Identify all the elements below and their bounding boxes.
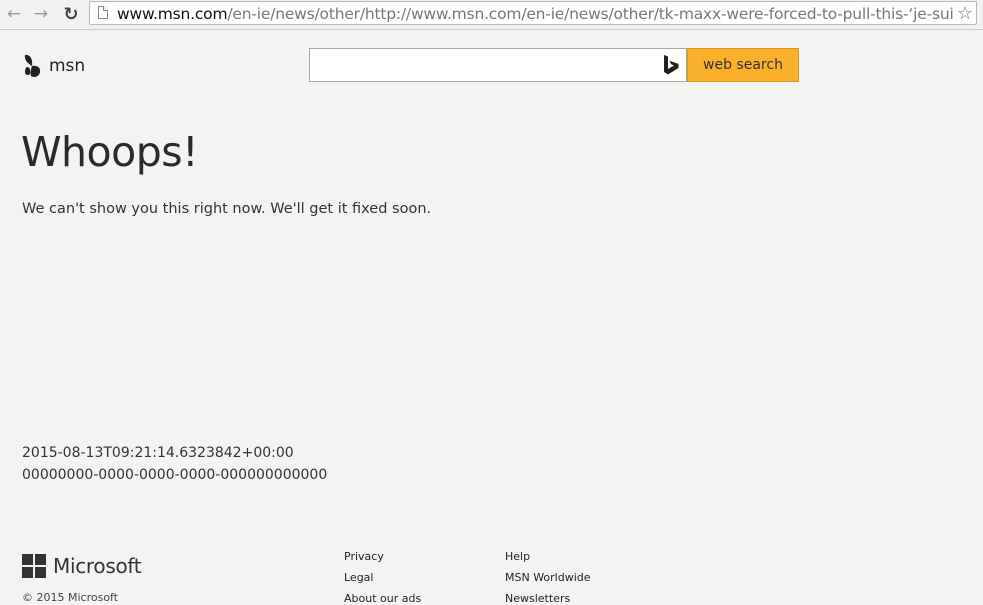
footer-link-privacy[interactable]: Privacy: [344, 550, 384, 563]
microsoft-logo[interactable]: Microsoft: [22, 554, 142, 578]
url-host: www.msn.com: [117, 5, 228, 23]
search-box[interactable]: [309, 48, 687, 82]
copyright-text: © 2015 Microsoft: [22, 591, 119, 604]
error-heading: Whoops!: [21, 128, 199, 176]
error-request-id: 00000000-0000-0000-0000-000000000000: [22, 467, 328, 483]
footer-link-msn-worldwide[interactable]: MSN Worldwide: [505, 571, 591, 584]
search-input[interactable]: [310, 49, 650, 81]
msn-logo-text: msn: [49, 56, 86, 76]
back-arrow-icon[interactable]: ←: [4, 4, 24, 24]
microsoft-grid-icon: [22, 554, 46, 578]
microsoft-logo-text: Microsoft: [53, 554, 142, 578]
forward-arrow-icon[interactable]: →: [31, 4, 51, 24]
footer-link-newsletters[interactable]: Newsletters: [505, 592, 570, 605]
page-icon: [98, 6, 108, 19]
browser-toolbar: ← → ↻ www.msn.com/en-ie/news/other/http:…: [0, 0, 983, 30]
footer-link-about-ads[interactable]: About our ads: [344, 592, 421, 605]
web-search-button[interactable]: web search: [687, 48, 799, 82]
reload-icon[interactable]: ↻: [61, 4, 81, 25]
butterfly-icon: [24, 54, 41, 77]
error-timestamp: 2015-08-13T09:21:14.6323842+00:00: [22, 445, 294, 461]
url-path: /en-ie/news/other/http://www.msn.com/en-…: [227, 5, 953, 23]
footer-link-help[interactable]: Help: [505, 550, 530, 563]
error-message: We can't show you this right now. We'll …: [22, 201, 432, 217]
bing-icon: [664, 55, 679, 75]
footer-link-legal[interactable]: Legal: [344, 571, 373, 584]
url-text[interactable]: www.msn.com/en-ie/news/other/http://www.…: [117, 4, 953, 24]
msn-logo[interactable]: msn: [22, 52, 85, 80]
bookmark-star-icon[interactable]: ☆: [957, 3, 973, 24]
address-bar[interactable]: www.msn.com/en-ie/news/other/http://www.…: [89, 1, 977, 25]
